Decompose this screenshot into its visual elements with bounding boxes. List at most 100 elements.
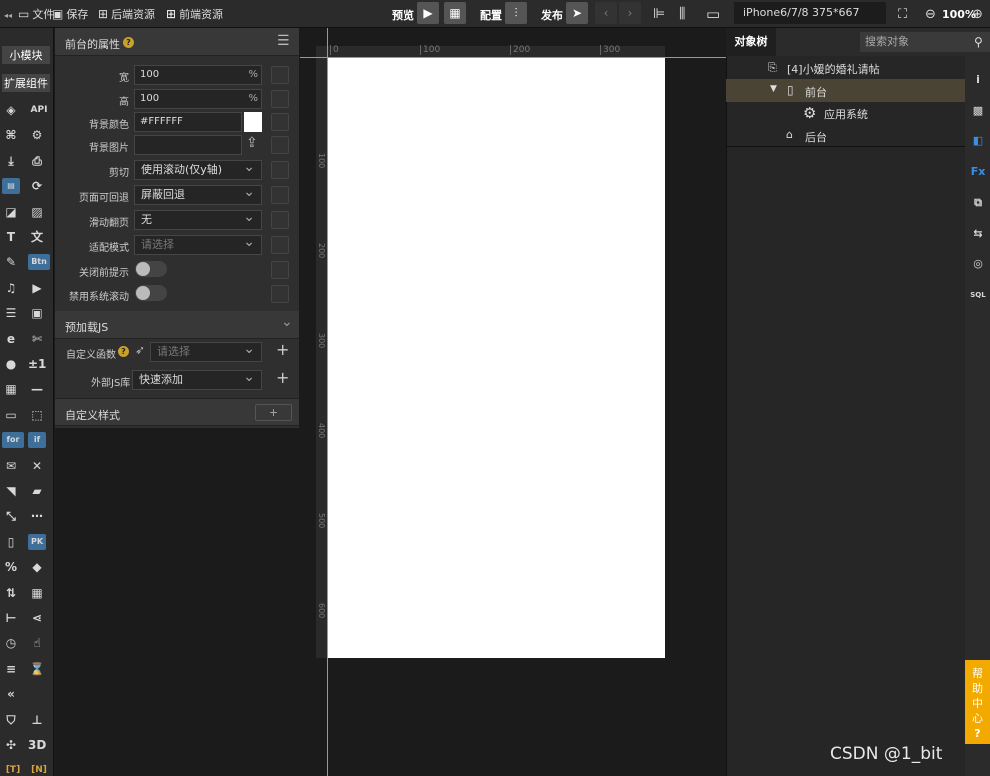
tools-icon[interactable]: ✄: [28, 331, 46, 347]
tree-node-back[interactable]: 后台: [805, 129, 827, 145]
preview-button[interactable]: ▶: [417, 2, 439, 24]
copy-icon[interactable]: [271, 211, 289, 229]
fx-icon[interactable]: Fx: [969, 164, 987, 180]
ie-icon[interactable]: e: [2, 331, 20, 347]
copy-icon[interactable]: [271, 113, 289, 131]
copy-icon[interactable]: [271, 236, 289, 254]
hourglass-icon[interactable]: ⌛: [28, 661, 46, 677]
add-style-button[interactable]: +: [255, 404, 292, 421]
search-icon[interactable]: ⚲: [974, 32, 990, 52]
target-icon[interactable]: ◎: [969, 256, 987, 272]
edit-icon[interactable]: ✎: [2, 254, 20, 270]
object-search-input[interactable]: 搜索对象: [860, 32, 974, 52]
copy-icon[interactable]: ⧉: [969, 195, 987, 211]
dots-icon[interactable]: ⋯: [28, 508, 46, 524]
device-select[interactable]: iPhone6/7/8 375*667: [734, 2, 886, 24]
resize-icon[interactable]: ⤡: [2, 508, 20, 524]
text-icon[interactable]: T: [2, 229, 20, 245]
for-icon[interactable]: for: [2, 432, 24, 449]
ext-lib-select[interactable]: 快速添加: [132, 368, 262, 390]
height-input[interactable]: 100%: [134, 89, 262, 109]
badge-icon[interactable]: ▩: [969, 103, 987, 119]
timer-icon[interactable]: ◷: [2, 635, 20, 651]
fit-screen-button[interactable]: ⛶: [898, 4, 907, 24]
swap-icon[interactable]: ⇆: [969, 226, 987, 242]
qrcode-preview-button[interactable]: ▦: [444, 2, 466, 24]
tab-small-block[interactable]: 小模块: [2, 46, 50, 64]
music-icon[interactable]: ♫: [2, 280, 20, 296]
save-button[interactable]: ▣ 保存: [52, 4, 88, 24]
cursor-icon[interactable]: ➶: [135, 343, 145, 357]
preload-header[interactable]: 预加载JS ⌄: [55, 311, 299, 339]
back-select[interactable]: 屏蔽回退: [134, 183, 262, 205]
guide-line-vertical[interactable]: [327, 28, 328, 776]
info-icon[interactable]: i: [969, 72, 987, 88]
video-icon[interactable]: ▶: [28, 280, 46, 296]
gyro-icon[interactable]: ✣: [2, 737, 20, 753]
zoom-out-button[interactable]: ⊖: [925, 4, 936, 24]
folder-icon[interactable]: ▰: [28, 483, 46, 499]
image-icon[interactable]: ▨: [28, 204, 46, 220]
copy-icon[interactable]: [271, 161, 289, 179]
align-button[interactable]: ⊫: [653, 4, 665, 24]
close-tip-toggle[interactable]: [135, 261, 167, 277]
pk-icon[interactable]: PK: [28, 533, 46, 550]
help-icon[interactable]: ?: [118, 346, 129, 357]
blank-icon[interactable]: [28, 686, 46, 702]
copy-icon[interactable]: [271, 136, 289, 154]
api-icon[interactable]: API: [28, 102, 50, 118]
window-icon[interactable]: ▣: [28, 305, 46, 321]
copy-icon[interactable]: [271, 186, 289, 204]
divider-icon[interactable]: —: [28, 381, 46, 397]
add-lib-icon[interactable]: +: [276, 368, 289, 387]
live-icon[interactable]: ▭: [2, 407, 20, 423]
bgimage-input[interactable]: [134, 135, 242, 155]
swipe-select[interactable]: 无: [134, 208, 262, 230]
t-bracket-icon[interactable]: [T]: [2, 762, 24, 776]
touch-icon[interactable]: ☝: [28, 635, 46, 651]
layers-icon[interactable]: ◆: [28, 559, 46, 575]
sql-icon[interactable]: SQL: [969, 287, 987, 303]
back-arrows[interactable]: ◂◂: [4, 5, 12, 25]
copy-icon[interactable]: [271, 66, 289, 84]
device-switch-button[interactable]: ▭: [706, 4, 720, 24]
gear-icon[interactable]: ⚙: [28, 127, 46, 143]
org-icon[interactable]: ⊥: [28, 712, 46, 728]
guide-line-horizontal[interactable]: [300, 57, 726, 58]
sliders-icon[interactable]: ≡: [2, 661, 20, 677]
copy-icon[interactable]: [271, 90, 289, 108]
chart-icon[interactable]: ◪: [2, 204, 20, 220]
clip-select[interactable]: 使用滚动(仅y轴): [134, 158, 262, 180]
copy-icon[interactable]: [271, 261, 289, 279]
phone-icon[interactable]: ▯: [2, 534, 20, 550]
custom-fn-select[interactable]: 请选择: [150, 340, 262, 362]
frontend-resources-button[interactable]: ⊞ 前端资源: [166, 4, 223, 24]
bgcolor-input[interactable]: #FFFFFF: [134, 112, 242, 132]
billboard-icon[interactable]: ⛉: [2, 712, 20, 728]
color-swatch[interactable]: [244, 112, 262, 132]
tab-object-tree[interactable]: 对象树: [726, 28, 776, 56]
if-icon[interactable]: if: [28, 432, 46, 449]
fit-mode-select[interactable]: 请选择: [134, 233, 262, 255]
disable-scroll-toggle[interactable]: [135, 285, 167, 301]
chevrons-icon[interactable]: «: [2, 686, 20, 702]
table-icon[interactable]: ▦: [28, 585, 46, 601]
undo-button[interactable]: ‹: [595, 2, 617, 24]
backend-resources-button[interactable]: ⊞ 后端资源: [98, 4, 155, 24]
upload-icon[interactable]: ⎙: [28, 153, 46, 169]
list-icon[interactable]: ☰: [2, 305, 20, 321]
copy-icon[interactable]: [271, 285, 289, 303]
width-input[interactable]: 100%: [134, 65, 262, 85]
tree-icon[interactable]: ⊢: [2, 610, 20, 626]
bookmark-icon[interactable]: ◥: [2, 483, 20, 499]
puzzle-icon[interactable]: ⌘: [2, 127, 20, 143]
percent-icon[interactable]: %: [2, 559, 20, 575]
form-icon[interactable]: ▤: [2, 178, 20, 195]
expand-arrow-icon[interactable]: ▼: [770, 84, 777, 94]
tab-extend-components[interactable]: 扩展组件: [2, 74, 50, 92]
redo-button[interactable]: ›: [619, 2, 641, 24]
click-icon[interactable]: ⬚: [28, 407, 46, 423]
counter-icon[interactable]: ●: [2, 356, 20, 372]
download-icon[interactable]: ⤓: [2, 153, 20, 169]
help-icon[interactable]: ?: [123, 37, 134, 48]
